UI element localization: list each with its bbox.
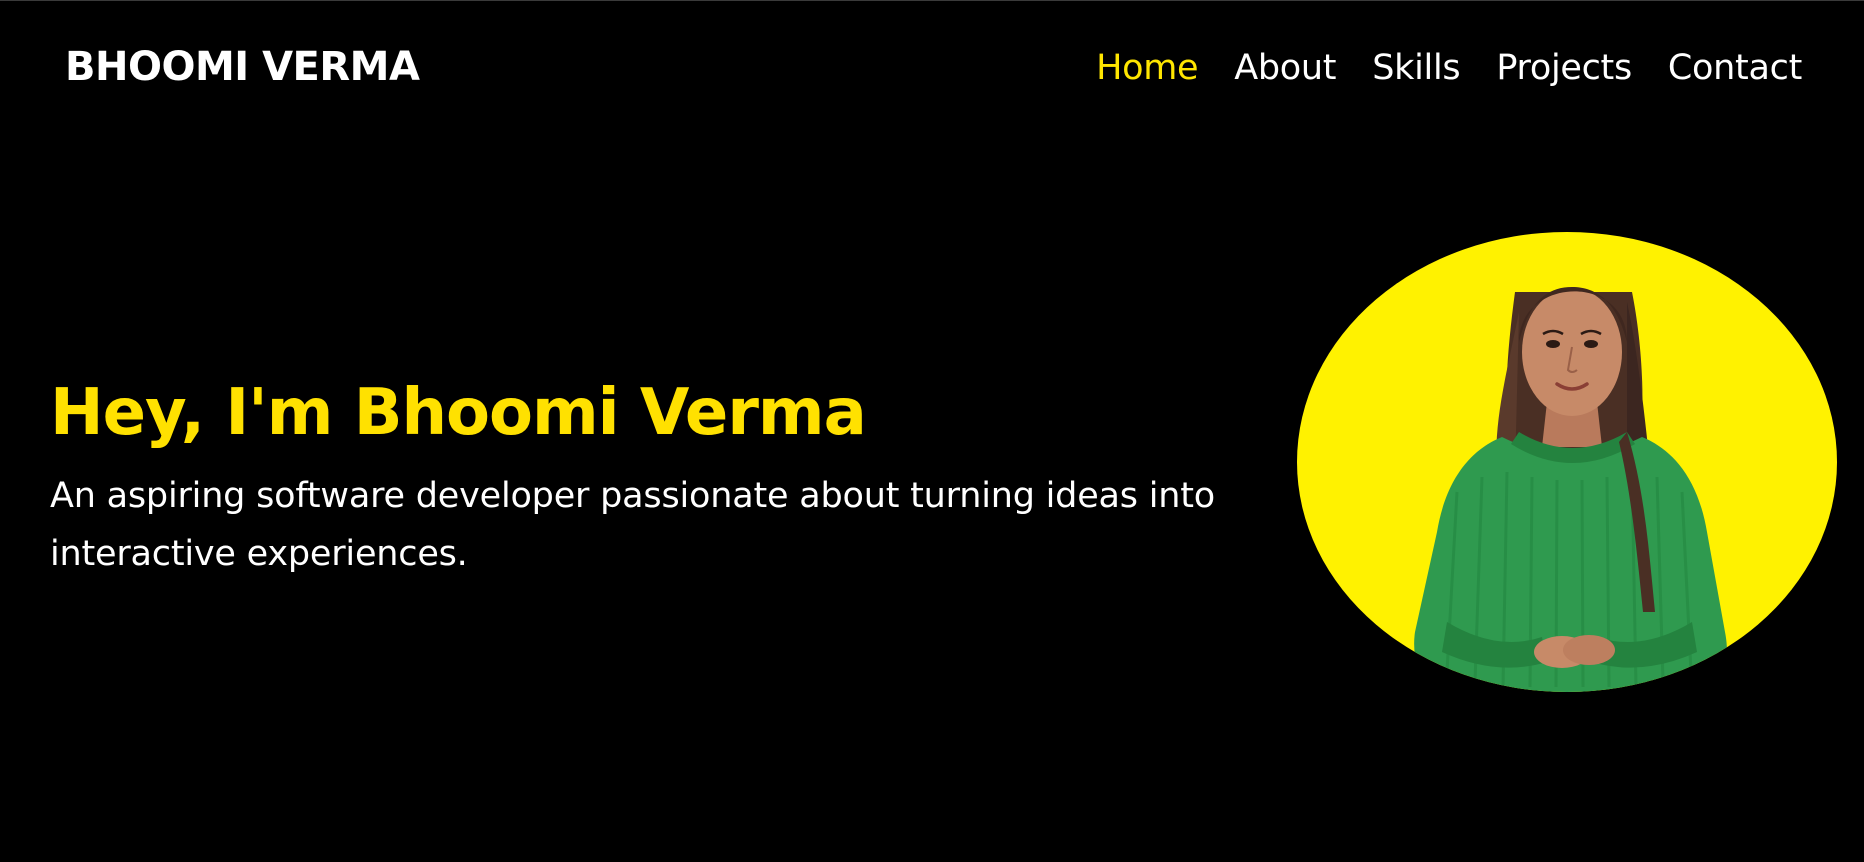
hero-title: Hey, I'm Bhoomi Verma: [50, 376, 867, 450]
person-portrait-icon: [1414, 287, 1727, 692]
nav-link-skills[interactable]: Skills: [1372, 51, 1460, 86]
hero-subtitle: An aspiring software developer passionat…: [50, 476, 1215, 574]
nav-link-home[interactable]: Home: [1096, 51, 1198, 86]
site-logo[interactable]: BHOOMI VERMA: [65, 47, 420, 87]
nav-link-about[interactable]: About: [1234, 51, 1336, 86]
profile-photo: [1297, 232, 1837, 692]
nav-link-projects[interactable]: Projects: [1496, 51, 1632, 86]
nav-link-contact[interactable]: Contact: [1668, 51, 1802, 86]
main-nav: Home About Skills Projects Contact: [1096, 51, 1802, 86]
page: BHOOMI VERMA Home About Skills Projects …: [0, 0, 1864, 862]
